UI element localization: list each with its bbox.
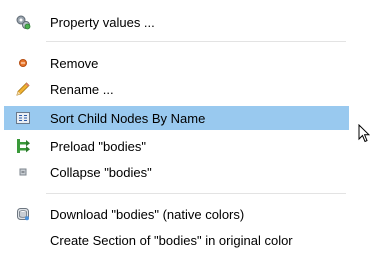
menu-item-collapse-bodies[interactable]: Collapse "bodies" <box>4 160 349 184</box>
menu-item-rename[interactable]: Rename ... <box>4 77 349 101</box>
menu-item-preload-bodies[interactable]: Preload "bodies" <box>4 134 349 158</box>
menu-item-label: Collapse "bodies" <box>50 164 152 180</box>
menu-item-download-bodies[interactable]: Download "bodies" (native colors) <box>4 202 349 226</box>
context-menu: Property values ... Remove Rename ... So… <box>0 0 371 257</box>
pencil-icon <box>15 81 31 97</box>
menu-item-create-section[interactable]: Create Section of "bodies" in original c… <box>4 228 349 252</box>
menu-item-label: Create Section of "bodies" in original c… <box>50 232 293 248</box>
menu-item-label: Rename ... <box>50 81 114 97</box>
menu-item-label: Remove <box>50 55 99 71</box>
menu-item-label: Property values ... <box>50 14 155 30</box>
property-gears-icon <box>15 14 31 30</box>
menu-item-sort-child-nodes[interactable]: Sort Child Nodes By Name <box>4 106 349 130</box>
sort-az-icon <box>15 110 31 126</box>
menu-item-label: Preload "bodies" <box>50 138 146 154</box>
menu-item-property-values[interactable]: Property values ... <box>4 10 349 34</box>
remove-dot-icon <box>15 55 31 71</box>
menu-separator <box>46 41 346 42</box>
preload-tree-icon <box>15 138 31 154</box>
collapse-square-icon <box>15 164 31 180</box>
menu-item-remove[interactable]: Remove <box>4 51 349 75</box>
menu-item-label: Sort Child Nodes By Name <box>50 110 206 126</box>
download-cylinder-icon <box>15 206 31 222</box>
menu-item-label: Download "bodies" (native colors) <box>50 206 245 222</box>
menu-separator <box>46 193 346 194</box>
empty-icon-slot <box>15 232 31 248</box>
mouse-pointer-icon <box>358 123 371 146</box>
